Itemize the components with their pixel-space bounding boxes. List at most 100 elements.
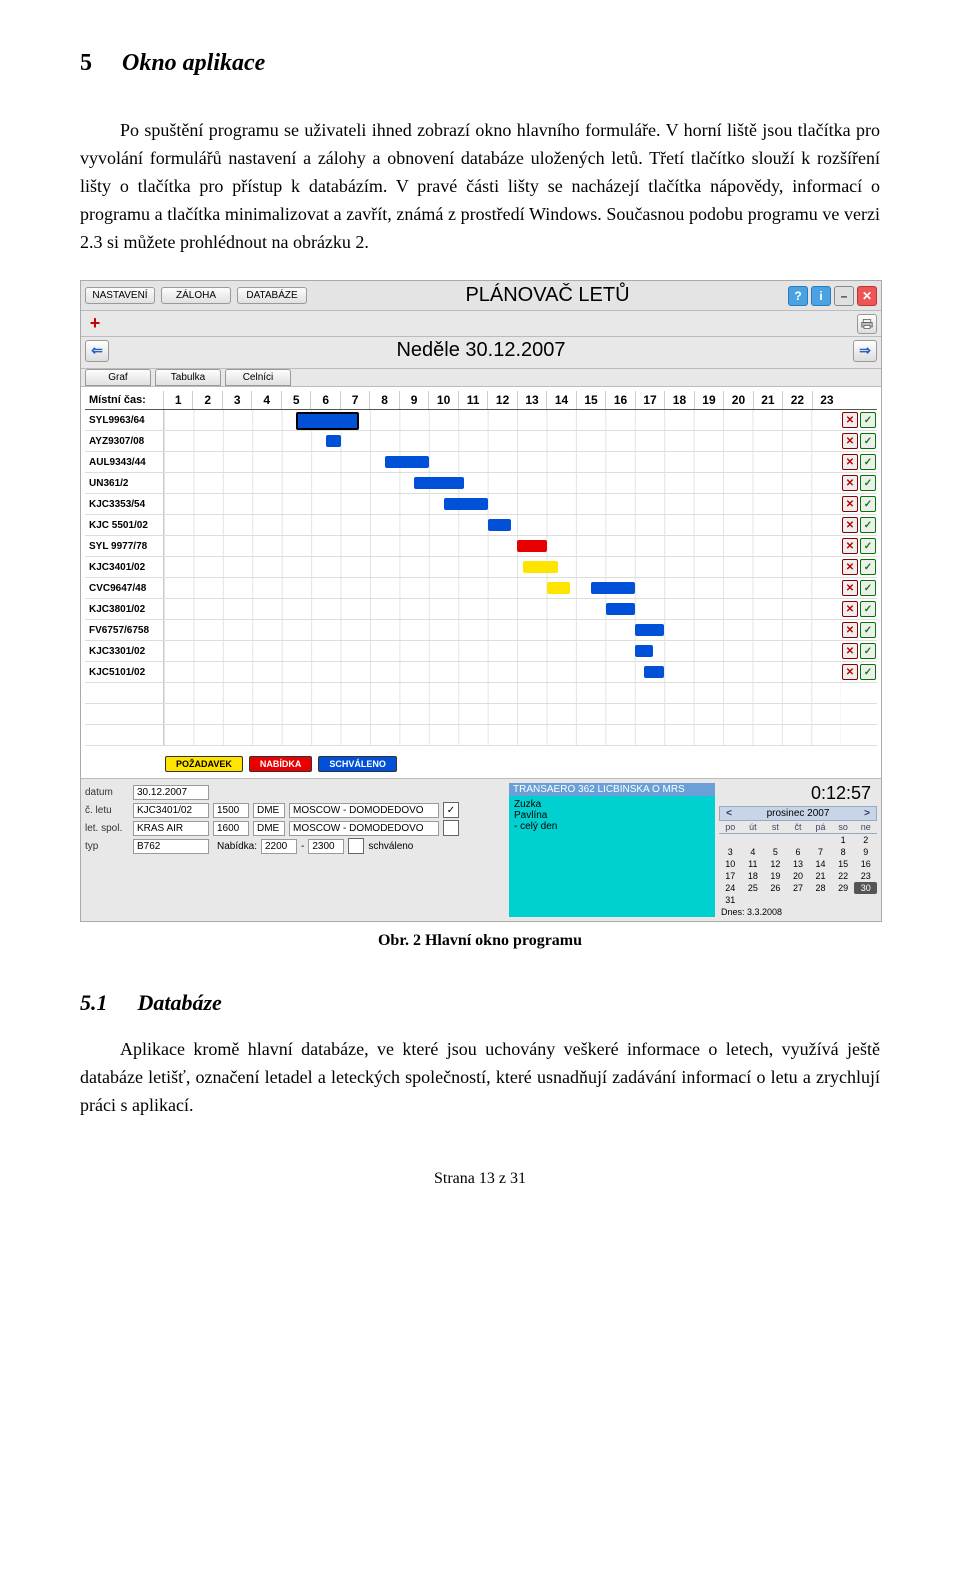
cal-day[interactable]: 3 — [719, 846, 742, 858]
cal-day[interactable]: 18 — [742, 870, 765, 882]
delete-icon[interactable]: ✕ — [842, 580, 858, 596]
delete-icon[interactable]: ✕ — [842, 433, 858, 449]
cal-next[interactable]: > — [860, 808, 874, 819]
nastaveni-button[interactable]: NASTAVENÍ — [85, 287, 155, 304]
inp-time2[interactable]: 1600 — [213, 821, 249, 836]
cal-day[interactable]: 9 — [854, 846, 877, 858]
cal-day[interactable]: 20 — [787, 870, 810, 882]
inp-code1[interactable]: DME — [253, 803, 285, 818]
gantt-bar[interactable] — [326, 435, 341, 447]
cal-day[interactable]: 16 — [854, 858, 877, 870]
confirm-icon[interactable]: ✓ — [860, 643, 876, 659]
inp-cletu[interactable]: KJC3401/02 — [133, 803, 209, 818]
gantt-bar[interactable] — [635, 645, 653, 657]
cal-day[interactable]: 1 — [832, 834, 855, 846]
print-icon[interactable] — [857, 314, 877, 334]
cal-day[interactable]: 22 — [832, 870, 855, 882]
help-icon[interactable]: ? — [788, 286, 808, 306]
inp-datum[interactable]: 30.12.2007 — [133, 785, 209, 800]
confirm-icon[interactable]: ✓ — [860, 454, 876, 470]
next-day-button[interactable]: ⇒ — [853, 340, 877, 362]
tab-graf[interactable]: Graf — [85, 369, 151, 386]
cal-day[interactable]: 13 — [787, 858, 810, 870]
cb-1[interactable]: ✓ — [443, 802, 459, 818]
tab-tabulka[interactable]: Tabulka — [155, 369, 221, 386]
cb-2[interactable] — [443, 820, 459, 836]
cal-day[interactable]: 26 — [764, 882, 787, 894]
inp-dest2[interactable]: MOSCOW - DOMODEDOVO — [289, 821, 439, 836]
gantt-bar[interactable] — [606, 603, 635, 615]
cal-day[interactable]: 27 — [787, 882, 810, 894]
gantt-bar[interactable] — [296, 412, 359, 430]
cal-day[interactable]: 2 — [854, 834, 877, 846]
cal-day[interactable]: 25 — [742, 882, 765, 894]
delete-icon[interactable]: ✕ — [842, 559, 858, 575]
cal-day[interactable]: 23 — [854, 870, 877, 882]
confirm-icon[interactable]: ✓ — [860, 664, 876, 680]
confirm-icon[interactable]: ✓ — [860, 580, 876, 596]
cal-day[interactable]: 15 — [832, 858, 855, 870]
cal-day[interactable]: 30 — [854, 882, 877, 894]
inp-nab2[interactable]: 2300 — [308, 839, 344, 854]
cal-day[interactable]: 21 — [809, 870, 832, 882]
delete-icon[interactable]: ✕ — [842, 412, 858, 428]
confirm-icon[interactable]: ✓ — [860, 601, 876, 617]
confirm-icon[interactable]: ✓ — [860, 475, 876, 491]
inp-code2[interactable]: DME — [253, 821, 285, 836]
gantt-bar[interactable] — [547, 582, 571, 594]
databaze-button[interactable]: DATABÁZE — [237, 287, 307, 304]
cal-day[interactable]: 4 — [742, 846, 765, 858]
confirm-icon[interactable]: ✓ — [860, 433, 876, 449]
prev-day-button[interactable]: ⇐ — [85, 340, 109, 362]
gantt-bar[interactable] — [591, 582, 635, 594]
delete-icon[interactable]: ✕ — [842, 601, 858, 617]
cal-day[interactable]: 14 — [809, 858, 832, 870]
gantt-bar[interactable] — [385, 456, 429, 468]
delete-icon[interactable]: ✕ — [842, 454, 858, 470]
zaloha-button[interactable]: ZÁLOHA — [161, 287, 231, 304]
confirm-icon[interactable]: ✓ — [860, 622, 876, 638]
delete-icon[interactable]: ✕ — [842, 622, 858, 638]
cal-day[interactable]: 10 — [719, 858, 742, 870]
confirm-icon[interactable]: ✓ — [860, 517, 876, 533]
minimize-icon[interactable]: – — [834, 286, 854, 306]
cal-day[interactable]: 5 — [764, 846, 787, 858]
inp-letspol[interactable]: KRAS AIR — [133, 821, 209, 836]
gantt-bar[interactable] — [414, 477, 464, 489]
gantt-bar[interactable] — [444, 498, 488, 510]
gantt-bar[interactable] — [644, 666, 665, 678]
delete-icon[interactable]: ✕ — [842, 643, 858, 659]
cal-prev[interactable]: < — [722, 808, 736, 819]
cal-day[interactable]: 31 — [719, 894, 742, 906]
cal-day[interactable]: 11 — [742, 858, 765, 870]
gantt-bar[interactable] — [488, 519, 512, 531]
delete-icon[interactable]: ✕ — [842, 475, 858, 491]
tab-celnici[interactable]: Celníci — [225, 369, 291, 386]
cal-day[interactable]: 28 — [809, 882, 832, 894]
info-icon[interactable]: i — [811, 286, 831, 306]
inp-typ[interactable]: B762 — [133, 839, 209, 854]
delete-icon[interactable]: ✕ — [842, 664, 858, 680]
inp-time1[interactable]: 1500 — [213, 803, 249, 818]
confirm-icon[interactable]: ✓ — [860, 559, 876, 575]
cal-day[interactable]: 19 — [764, 870, 787, 882]
cal-day[interactable]: 7 — [809, 846, 832, 858]
delete-icon[interactable]: ✕ — [842, 538, 858, 554]
cal-day[interactable]: 17 — [719, 870, 742, 882]
cal-day[interactable]: 12 — [764, 858, 787, 870]
cb-schvaleno[interactable] — [348, 838, 364, 854]
cal-day[interactable]: 29 — [832, 882, 855, 894]
inp-nab1[interactable]: 2200 — [261, 839, 297, 854]
confirm-icon[interactable]: ✓ — [860, 496, 876, 512]
inp-dest1[interactable]: MOSCOW - DOMODEDOVO — [289, 803, 439, 818]
cal-day[interactable]: 6 — [787, 846, 810, 858]
confirm-icon[interactable]: ✓ — [860, 412, 876, 428]
gantt-bar[interactable] — [517, 540, 546, 552]
confirm-icon[interactable]: ✓ — [860, 538, 876, 554]
cal-day[interactable]: 24 — [719, 882, 742, 894]
cal-day[interactable]: 8 — [832, 846, 855, 858]
gantt-bar[interactable] — [635, 624, 664, 636]
delete-icon[interactable]: ✕ — [842, 496, 858, 512]
gantt-bar[interactable] — [523, 561, 558, 573]
delete-icon[interactable]: ✕ — [842, 517, 858, 533]
